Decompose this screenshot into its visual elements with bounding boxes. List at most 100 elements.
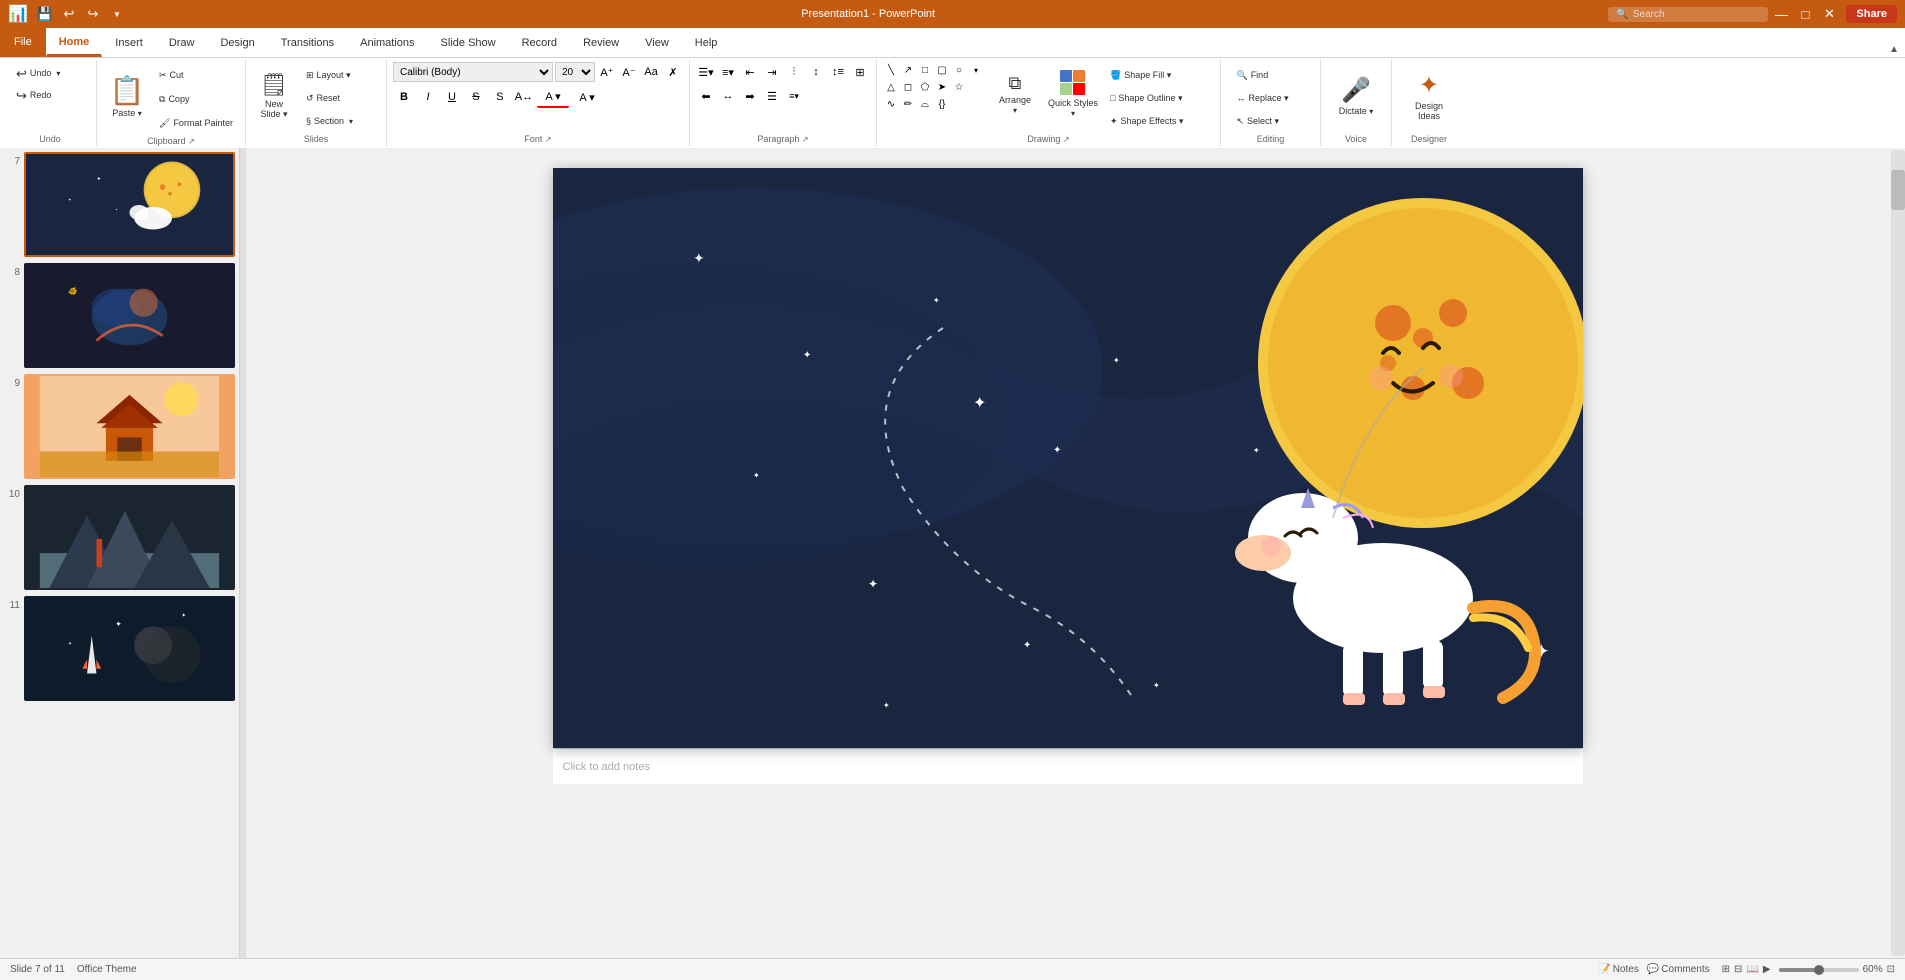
char-spacing-btn[interactable]: A↔ (513, 86, 535, 108)
tab-draw[interactable]: Draw (156, 29, 208, 57)
slide-sorter-btn[interactable]: ⊟ (1734, 964, 1742, 975)
tab-review[interactable]: Review (570, 29, 632, 57)
slide-item-9[interactable]: 9 (4, 374, 235, 479)
tab-slideshow[interactable]: Slide Show (428, 29, 509, 57)
more-shapes[interactable]: {} (934, 96, 950, 112)
comments-toggle[interactable]: 💬 Comments (1647, 964, 1710, 975)
replace-btn[interactable]: ↔ Replace ▾ (1230, 87, 1310, 109)
slideshow-btn[interactable]: ▶ (1763, 964, 1771, 975)
increase-font-btn[interactable]: A⁺ (597, 62, 617, 82)
close-btn[interactable]: ✕ (1818, 3, 1840, 25)
save-qat-btn[interactable]: 💾 (34, 3, 56, 25)
quick-styles-btn[interactable]: Quick Styles ▾ (1046, 64, 1100, 124)
tab-home[interactable]: Home (46, 29, 103, 57)
tab-transitions[interactable]: Transitions (268, 29, 347, 57)
copy-btn[interactable]: ⧉ Copy (153, 88, 239, 110)
text-align-btn[interactable]: ≡▾ (784, 86, 804, 106)
decrease-font-btn[interactable]: A⁻ (619, 62, 639, 82)
format-painter-btn[interactable]: 🖌 Format Painter (153, 112, 239, 134)
align-right-btn[interactable]: ➡ (740, 86, 760, 106)
arrange-btn[interactable]: ⧉ Arrange ▾ (988, 64, 1042, 124)
arrow-tool[interactable]: ↗ (900, 62, 916, 78)
shape-outline-btn[interactable]: □ Shape Outline ▾ (1104, 87, 1214, 109)
slide-thumb-10[interactable] (24, 485, 235, 590)
qat-dropdown[interactable]: ▼ (106, 3, 128, 25)
triangle-tool[interactable]: △ (883, 79, 899, 95)
tab-animations[interactable]: Animations (347, 29, 427, 57)
slide-item-10[interactable]: 10 (4, 485, 235, 590)
slide-thumb-7[interactable]: ✦ ✦ ✦ (24, 152, 235, 257)
italic-btn[interactable]: I (417, 86, 439, 108)
redo-btn[interactable]: ↪ Redo (10, 84, 90, 106)
find-btn[interactable]: 🔍 Find (1230, 64, 1310, 86)
maximize-btn[interactable]: □ (1794, 3, 1816, 25)
underline-btn[interactable]: U (441, 86, 463, 108)
slide-item-8[interactable]: 8 🐠 (4, 263, 235, 368)
oval-tool[interactable]: ○ (951, 62, 967, 78)
slide-item-11[interactable]: 11 ✦ ✦ ✦ (4, 596, 235, 701)
rect-tool[interactable]: □ (917, 62, 933, 78)
reset-btn[interactable]: ↺ Reset (300, 87, 380, 109)
slide-thumb-8[interactable]: 🐠 (24, 263, 235, 368)
star-tool[interactable]: ☆ (951, 79, 967, 95)
new-slide-btn[interactable]: 🗒 New Slide ▾ (252, 62, 296, 130)
text-highlight-btn[interactable]: A ▾ (571, 86, 603, 108)
vertical-scrollbar[interactable] (1891, 150, 1905, 956)
shapes-expand[interactable]: ▾ (968, 62, 984, 78)
arrow-shape-tool[interactable]: ➤ (934, 79, 950, 95)
bold-btn[interactable]: B (393, 86, 415, 108)
numbering-btn[interactable]: ≡▾ (718, 62, 738, 82)
share-button[interactable]: Share (1846, 5, 1897, 23)
notes-area[interactable]: Click to add notes (553, 748, 1583, 784)
slide-thumb-9[interactable] (24, 374, 235, 479)
fit-slide-btn[interactable]: ⊡ (1887, 964, 1895, 975)
slide-canvas[interactable]: ✦ ✦ ✦ ✦ ✦ ✦ ✦ ✦ ✦ ✦ ✦ ✦ ✦ ✦ ✦ ✦ ✦ (553, 168, 1583, 748)
layout-btn[interactable]: ⊞ Layout ▾ (300, 64, 380, 86)
shape-effects-btn[interactable]: ✦ Shape Effects ▾ (1104, 110, 1214, 132)
smart-art-btn[interactable]: ⊞ (850, 62, 870, 82)
font-color-btn[interactable]: A ▾ (537, 86, 569, 108)
pentagon-tool[interactable]: ⬠ (917, 79, 933, 95)
section-btn[interactable]: § Section ▾ (300, 110, 380, 132)
font-name-select[interactable]: Calibri (Body) (393, 62, 553, 82)
minimize-btn[interactable]: — (1770, 3, 1792, 25)
tab-help[interactable]: Help (682, 29, 731, 57)
shape-fill-btn[interactable]: 🪣 Shape Fill ▾ (1104, 64, 1214, 86)
font-size-select[interactable]: 20 (555, 62, 595, 82)
line-tool[interactable]: ╲ (883, 62, 899, 78)
tab-design[interactable]: Design (207, 29, 267, 57)
undo-qat-btn[interactable]: ↩ (58, 3, 80, 25)
tab-insert[interactable]: Insert (102, 29, 156, 57)
redo-qat-btn[interactable]: ↪ (82, 3, 104, 25)
curve-tool[interactable]: ∿ (883, 96, 899, 112)
bullets-btn[interactable]: ☰▾ (696, 62, 716, 82)
reading-view-btn[interactable]: 📖 (1746, 964, 1758, 975)
columns-btn[interactable]: ⫶ (784, 62, 804, 82)
change-case-btn[interactable]: Aa (641, 62, 661, 82)
select-btn[interactable]: ↖ Select ▾ (1230, 110, 1310, 132)
text-direction-btn[interactable]: ↕ (806, 62, 826, 82)
tab-view[interactable]: View (632, 29, 682, 57)
tab-file[interactable]: File (0, 27, 46, 57)
design-ideas-btn[interactable]: ✦ DesignIdeas (1398, 62, 1460, 130)
dictate-btn[interactable]: 🎤 Dictate ▾ (1327, 62, 1385, 130)
slide-item-7[interactable]: 7 ✦ ✦ ✦ (4, 152, 235, 257)
notes-toggle[interactable]: 📝 Notes (1598, 964, 1639, 975)
cut-btn[interactable]: ✂ Cut (153, 64, 239, 86)
rounded-rect-tool[interactable]: ▢ (934, 62, 950, 78)
align-center-btn[interactable]: ↔ (718, 86, 738, 106)
callout-tool[interactable]: ◻ (900, 79, 916, 95)
tab-record[interactable]: Record (509, 29, 570, 57)
align-left-btn[interactable]: ⬅ (696, 86, 716, 106)
paste-btn[interactable]: 📋 Paste ▾ (103, 62, 151, 130)
collapse-ribbon-btn[interactable]: ▲ (1883, 42, 1905, 57)
indent-increase-btn[interactable]: ⇥ (762, 62, 782, 82)
freeform-tool[interactable]: ✏ (900, 96, 916, 112)
search-box[interactable]: 🔍 Search (1608, 7, 1768, 22)
strikethrough-btn[interactable]: S (465, 86, 487, 108)
zoom-slider[interactable] (1779, 968, 1859, 972)
undo-btn[interactable]: ↩ Undo ▾ (10, 62, 90, 84)
shadow-btn[interactable]: S (489, 86, 511, 108)
slide-thumb-11[interactable]: ✦ ✦ ✦ (24, 596, 235, 701)
lasso-tool[interactable]: ⌓ (917, 96, 933, 112)
